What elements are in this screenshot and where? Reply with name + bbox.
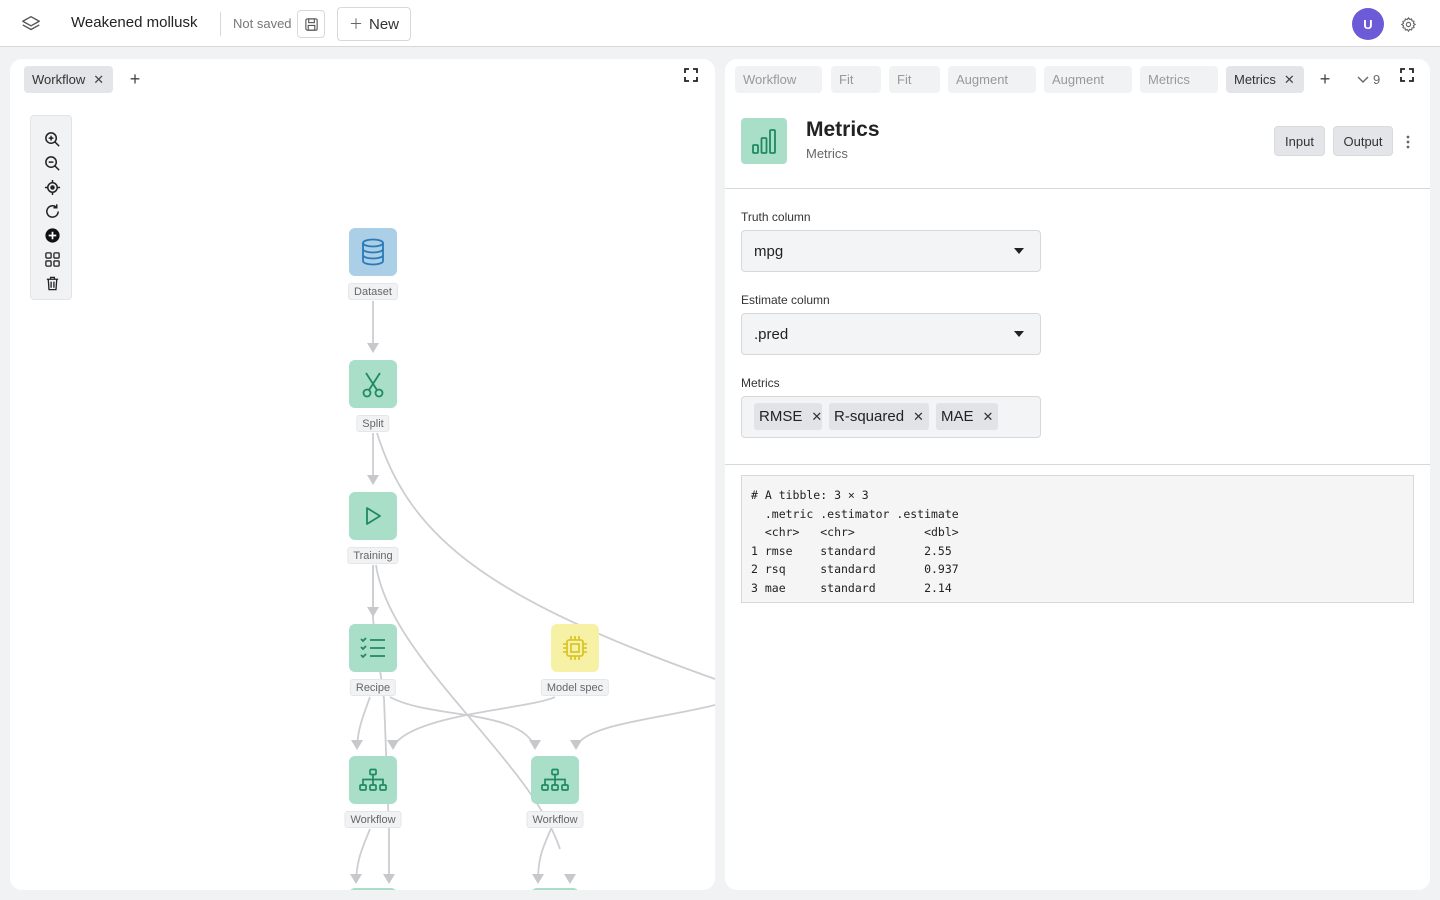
tab-label: Metrics <box>1234 72 1276 87</box>
remove-chip-icon[interactable]: ✕ <box>913 409 924 425</box>
save-status: Not saved <box>233 16 292 31</box>
play-icon <box>366 507 381 525</box>
tab-augment[interactable]: Augment <box>1044 66 1132 93</box>
new-button-label: New <box>368 15 399 33</box>
chevron-down-icon <box>1357 76 1369 83</box>
node-model-spec[interactable] <box>551 624 599 672</box>
tab-fit[interactable]: Fit <box>889 66 940 93</box>
tab-overflow-count: 9 <box>1373 72 1381 87</box>
edge-training-workflow2 <box>375 564 561 850</box>
node-label: Recipe <box>349 679 397 696</box>
caret-down-icon <box>1014 331 1024 337</box>
metric-chip: RMSE ✕ <box>754 403 822 430</box>
chip-icon <box>563 636 587 660</box>
metrics-label: Metrics <box>741 376 780 390</box>
remove-chip-icon[interactable]: ✕ <box>811 409 822 425</box>
scissors-icon <box>362 372 384 398</box>
tab-label: Augment <box>956 72 1009 87</box>
tab-metrics-active[interactable]: Metrics ✕ <box>1226 66 1304 93</box>
floppy-disk-icon <box>304 17 318 31</box>
tab-workflow[interactable]: Workflow <box>735 66 822 93</box>
node-partial[interactable] <box>531 888 579 890</box>
edge-recipe-workflow2 <box>389 696 536 748</box>
node-label: Workflow <box>344 811 402 828</box>
tab-label: Metrics <box>1148 72 1190 87</box>
node-recipe[interactable] <box>349 624 397 672</box>
edge-recipe-workflow1 <box>356 696 371 748</box>
close-icon[interactable]: ✕ <box>1284 72 1295 88</box>
metrics-node-icon <box>741 118 787 164</box>
node-label: Workflow <box>526 811 584 828</box>
chip-label: MAE <box>941 408 974 425</box>
edge-split-offscreen <box>376 432 715 680</box>
hierarchy-icon <box>359 768 387 791</box>
new-button[interactable]: ＋ New <box>337 7 411 41</box>
remove-chip-icon[interactable]: ✕ <box>983 409 994 425</box>
console-output: # A tibble: 3 × 3 .metric .estimator .es… <box>741 475 1414 603</box>
edge-workflow2-down <box>537 828 552 882</box>
input-button[interactable]: Input <box>1274 126 1325 156</box>
metric-chip: R-squared ✕ <box>829 403 929 430</box>
tab-label: Fit <box>839 72 854 87</box>
node-dataset[interactable] <box>349 228 397 276</box>
project-title[interactable]: Weakened mollusk <box>71 14 197 31</box>
node-label: Model spec <box>540 679 610 696</box>
estimate-column-select[interactable]: .pred <box>741 313 1041 355</box>
node-workflow-2[interactable] <box>531 756 579 804</box>
select-value: .pred <box>754 326 789 343</box>
tab-label: Augment <box>1052 72 1105 87</box>
tab-fit[interactable]: Fit <box>831 66 881 93</box>
tab-metrics[interactable]: Metrics <box>1140 66 1218 93</box>
database-icon <box>362 238 384 266</box>
truth-column-select[interactable]: mpg <box>741 230 1041 272</box>
node-label: Split <box>356 415 390 432</box>
more-options-icon[interactable] <box>1402 134 1414 150</box>
metrics-multiselect[interactable]: RMSE ✕ R-squared ✕ MAE ✕ <box>741 396 1041 438</box>
node-workflow-1[interactable] <box>349 756 397 804</box>
checklist-icon <box>360 637 385 659</box>
divider <box>725 464 1430 465</box>
add-tab-button[interactable]: + <box>1316 70 1334 88</box>
chip-label: RMSE <box>759 408 803 425</box>
node-label: Training <box>347 547 399 564</box>
expand-icon[interactable] <box>1399 67 1415 83</box>
node-title: Metrics <box>806 118 880 141</box>
tab-overflow-menu[interactable]: 9 <box>1357 72 1380 87</box>
node-detail-panel: Workflow Fit Fit Augment Augment Metrics… <box>725 59 1430 890</box>
hierarchy-icon <box>541 768 569 791</box>
edge-offscreen-workflow2 <box>575 704 715 748</box>
divider <box>725 188 1430 189</box>
chip-label: R-squared <box>834 408 905 425</box>
truth-column-label: Truth column <box>741 210 811 224</box>
save-button[interactable] <box>297 10 325 38</box>
output-button[interactable]: Output <box>1333 126 1393 156</box>
avatar[interactable]: U <box>1352 8 1384 40</box>
edge-workflow1-down <box>355 828 371 882</box>
estimate-column-label: Estimate column <box>741 293 830 307</box>
node-partial[interactable] <box>349 888 397 890</box>
node-label: Dataset <box>348 283 398 300</box>
workflow-canvas-panel: Workflow ✕ + Dataset Split Training Reci… <box>10 59 715 890</box>
tab-label: Workflow <box>743 72 797 87</box>
top-bar: Weakened mollusk Not saved ＋ New U <box>0 0 1440 47</box>
node-subtitle: Metrics <box>806 146 848 161</box>
divider <box>220 12 221 36</box>
layers-icon[interactable] <box>19 12 43 36</box>
tab-label: Fit <box>897 72 912 87</box>
caret-down-icon <box>1014 248 1024 254</box>
select-value: mpg <box>754 243 784 260</box>
tab-augment[interactable]: Augment <box>948 66 1036 93</box>
metric-chip: MAE ✕ <box>936 403 998 430</box>
node-training[interactable] <box>349 492 397 540</box>
node-split[interactable] <box>349 360 397 408</box>
gear-icon[interactable] <box>1398 14 1418 34</box>
plus-icon: ＋ <box>348 16 363 32</box>
bar-chart-icon <box>752 129 776 154</box>
